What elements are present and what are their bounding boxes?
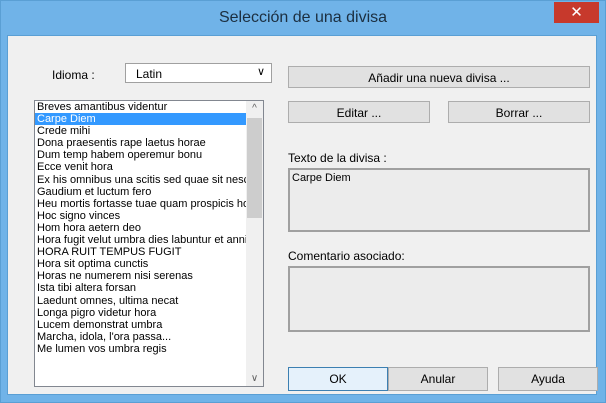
- ok-button-label: OK: [329, 372, 347, 386]
- help-button[interactable]: Ayuda: [498, 367, 598, 391]
- edit-button[interactable]: Editar ...: [288, 101, 430, 123]
- divisa-text-field[interactable]: Carpe Diem: [288, 168, 590, 232]
- list-item[interactable]: Dum temp habem operemur bonu: [35, 149, 247, 161]
- comment-field[interactable]: [288, 266, 590, 332]
- divisa-text-label: Texto de la divisa :: [288, 151, 387, 165]
- window-title: Selección de una divisa: [218, 9, 388, 26]
- idioma-value: Latin: [136, 67, 163, 81]
- list-item[interactable]: Gaudium et luctum fero: [35, 186, 247, 198]
- close-button[interactable]: ✕: [554, 2, 599, 23]
- motto-list[interactable]: Breves amantibus videntur Carpe Diem Crede…: [34, 100, 264, 387]
- chevron-down-icon: ∨: [256, 66, 265, 78]
- list-item[interactable]: Longa pigro videtur hora: [35, 307, 247, 319]
- comment-label: Comentario asociado:: [288, 249, 405, 263]
- list-item[interactable]: Hora fugit velut umbra dies labuntur et …: [35, 234, 247, 246]
- list-item[interactable]: Ex his omnibus una scitis sed quae sit n…: [35, 174, 247, 186]
- list-scrollbar[interactable]: ^ ∨: [246, 101, 263, 386]
- title-bar[interactable]: Selección de una divisa ✕: [1, 1, 605, 36]
- list-item[interactable]: Marcha, idola, l'ora passa...: [35, 331, 247, 343]
- divisa-text-value: Carpe Diem: [292, 172, 351, 184]
- list-item[interactable]: Heu mortis fortasse tuae quam prospicis …: [35, 198, 247, 210]
- list-item[interactable]: Ecce venit hora: [35, 161, 247, 173]
- list-item[interactable]: Hom hora aetern deo: [35, 222, 247, 234]
- list-item[interactable]: Hoc signo vinces: [35, 210, 247, 222]
- list-item[interactable]: Hora sit optima cunctis: [35, 258, 247, 270]
- cancel-button-label: Anular: [420, 372, 456, 386]
- list-item[interactable]: Ista tibi altera forsan: [35, 282, 247, 294]
- cancel-button[interactable]: Anular: [388, 367, 488, 391]
- ok-button[interactable]: OK: [288, 367, 388, 391]
- list-item[interactable]: Crede mihi: [35, 125, 247, 137]
- delete-button-label: Borrar ...: [495, 106, 543, 120]
- list-item[interactable]: Dona praesentis rape laetus horae: [35, 137, 247, 149]
- list-item[interactable]: Breves amantibus videntur: [35, 101, 247, 113]
- help-button-label: Ayuda: [531, 372, 565, 386]
- idioma-select[interactable]: Latin ∨: [125, 63, 272, 83]
- list-item[interactable]: Lucem demonstrat umbra: [35, 319, 247, 331]
- list-item[interactable]: Me lumen vos umbra regis: [35, 343, 247, 355]
- scroll-thumb[interactable]: [247, 118, 262, 218]
- list-item[interactable]: Laedunt omnes, ultima necat: [35, 295, 247, 307]
- list-item[interactable]: Horas ne numerem nisi serenas: [35, 270, 247, 282]
- scroll-up-icon[interactable]: ^: [246, 103, 263, 114]
- add-motto-button[interactable]: Añadir una nueva divisa ...: [288, 66, 590, 88]
- idioma-label: Idioma :: [52, 68, 95, 82]
- list-item[interactable]: HORA RUIT TEMPUS FUGIT: [35, 246, 247, 258]
- scroll-down-icon[interactable]: ∨: [246, 373, 263, 384]
- motto-items: Breves amantibus videntur Carpe Diem Crede…: [35, 101, 247, 355]
- close-icon: ✕: [570, 4, 583, 21]
- add-motto-button-label: Añadir una nueva divisa ...: [368, 71, 510, 85]
- edit-button-label: Editar ...: [336, 106, 382, 120]
- list-item[interactable]: Carpe Diem: [35, 113, 247, 126]
- delete-button[interactable]: Borrar ...: [448, 101, 590, 123]
